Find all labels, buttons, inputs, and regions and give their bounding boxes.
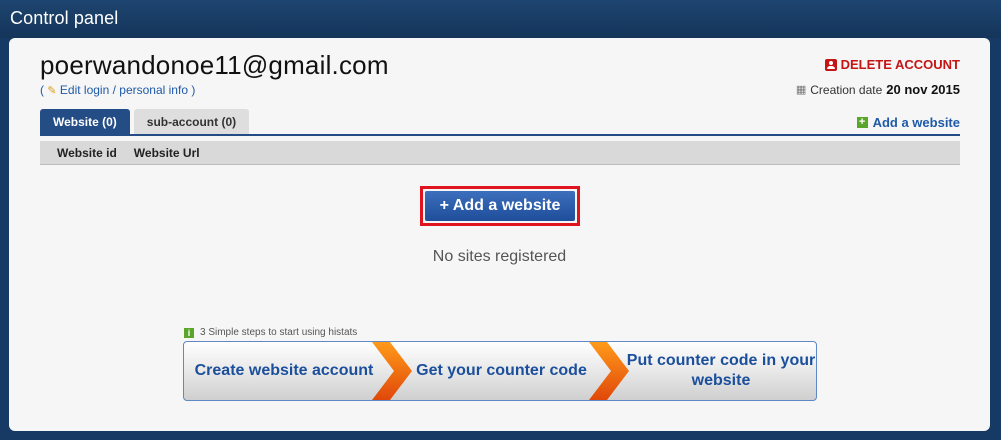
window-title: Control panel: [10, 8, 119, 28]
creation-date-label: Creation date: [810, 82, 883, 97]
step-arrow-icon: [372, 342, 412, 400]
window-titlebar: Control panel: [0, 0, 1001, 38]
tab-bar: Website (0) sub-account (0): [40, 109, 250, 136]
step-get-counter-code[interactable]: Get your counter code: [409, 342, 594, 400]
add-website-link[interactable]: + Add a website: [856, 115, 960, 130]
edit-login-link[interactable]: ( ✎ Edit login / personal info ): [40, 83, 195, 97]
paren-close: ): [188, 83, 196, 97]
add-website-highlight: + Add a website: [420, 186, 580, 226]
tab-website[interactable]: Website (0): [40, 109, 130, 134]
info-icon: i: [184, 327, 194, 338]
pencil-icon: ✎: [47, 85, 57, 97]
column-header-website-url: Website Url: [133, 145, 200, 160]
step-create-account[interactable]: Create website account: [184, 342, 384, 400]
tab-divider: [40, 134, 960, 136]
delete-account-label: DELETE ACCOUNT: [840, 57, 960, 72]
delete-account-button[interactable]: DELETE ACCOUNT: [824, 57, 960, 72]
table-header: Website id Website Url: [40, 141, 960, 165]
step-put-counter-code[interactable]: Put counter code in your website: [624, 342, 816, 400]
user-icon: [824, 58, 837, 71]
control-panel: poerwandonoe11@gmail.com ( ✎ Edit login …: [9, 38, 990, 431]
edit-login-label: Edit login / personal info: [59, 83, 188, 97]
steps-label: i 3 Simple steps to start using histats: [184, 327, 357, 338]
calendar-icon: ▦: [795, 84, 807, 96]
column-header-website-id: Website id: [57, 145, 117, 160]
account-email: poerwandonoe11@gmail.com: [40, 50, 389, 80]
creation-date: ▦ Creation date 20 nov 2015: [796, 82, 960, 97]
add-website-button[interactable]: + Add a website: [425, 191, 575, 221]
steps-banner: Create website account Get your counter …: [183, 341, 817, 401]
plus-icon: +: [856, 117, 868, 128]
tab-sub-account[interactable]: sub-account (0): [133, 109, 250, 134]
add-website-link-label: Add a website: [872, 115, 960, 130]
empty-state-text: No sites registered: [432, 248, 567, 265]
creation-date-value: 20 nov 2015: [886, 82, 960, 97]
steps-label-text: 3 Simple steps to start using histats: [200, 327, 358, 338]
